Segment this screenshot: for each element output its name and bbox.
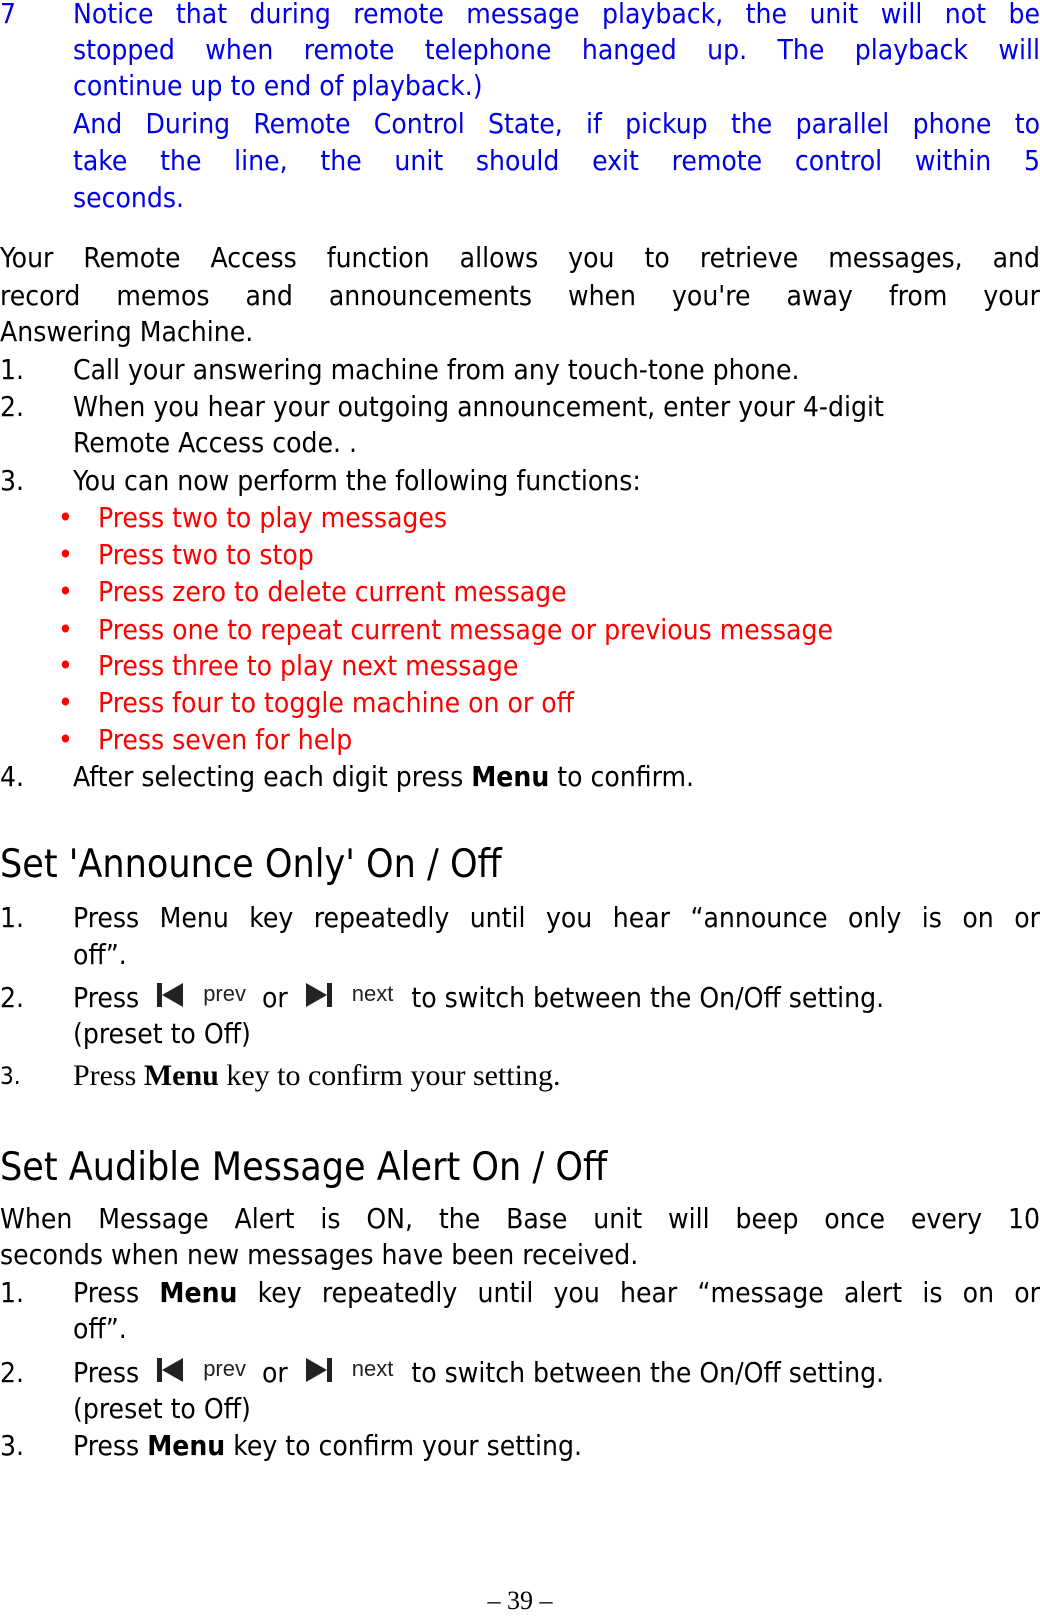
step-text: Press xyxy=(73,1059,144,1092)
function-text: Press seven for help xyxy=(98,723,353,756)
bullet-icon: • xyxy=(58,723,73,756)
section-heading-announce-only: Set 'Announce Only' On / Off xyxy=(0,842,502,887)
bullet-icon: • xyxy=(58,501,73,534)
note-text-3: continue up to end of playback.) xyxy=(73,69,483,102)
step-number: 3. xyxy=(0,1062,21,1090)
step-text: Press xyxy=(73,1276,160,1309)
prev-track-icon xyxy=(155,981,185,1018)
step-text: Call your answering machine from any tou… xyxy=(73,353,800,386)
next-track-icon xyxy=(304,981,334,1018)
function-text: Press two to stop xyxy=(98,538,314,571)
step-text: key to confirm your setting. xyxy=(225,1429,582,1462)
page-number: – 39 – xyxy=(487,1586,553,1615)
step-text: Press xyxy=(73,1356,140,1389)
step-number: 3. xyxy=(0,464,25,497)
note-text-1: Notice that during remote message playba… xyxy=(73,0,1040,30)
step-text: to confirm. xyxy=(549,760,695,793)
note-text-5: take the line, the unit should exit remo… xyxy=(73,144,1040,177)
prev-track-icon xyxy=(155,1356,185,1393)
step-number: 1. xyxy=(0,901,25,934)
step-text: You can now perform the following functi… xyxy=(73,464,641,497)
bullet-icon: • xyxy=(58,613,73,646)
note-number: 7 xyxy=(0,0,17,30)
step-text: to switch between the On/Off setting. xyxy=(411,981,885,1014)
prev-label: prev xyxy=(203,981,246,1006)
alert-step-1-text: Press Menu key repeatedly until you hear… xyxy=(73,1275,1040,1311)
menu-key-label: Menu xyxy=(147,1429,226,1462)
step-number: 1. xyxy=(0,353,25,386)
step-text: key repeatedly until you hear “message a… xyxy=(237,1276,1040,1309)
step-number: 2. xyxy=(0,390,25,423)
step-number: 2. xyxy=(0,981,25,1014)
bullet-icon: • xyxy=(58,686,73,719)
menu-key-label: Menu xyxy=(159,1276,238,1309)
bullet-icon: • xyxy=(58,649,73,682)
step-number: 4. xyxy=(0,760,25,793)
function-text: Press three to play next message xyxy=(98,649,519,682)
step-number: 2. xyxy=(0,1356,25,1389)
next-label: next xyxy=(351,981,394,1006)
menu-key-label: Menu xyxy=(143,1059,219,1092)
function-text: Press two to play messages xyxy=(98,501,448,534)
alert-desc-1: When Message Alert is ON, the Base unit … xyxy=(0,1202,1040,1235)
intro-line-1: Your Remote Access function allows you t… xyxy=(0,241,1040,274)
note-text-4: And During Remote Control State, if pick… xyxy=(73,107,1040,140)
note-text-6: seconds. xyxy=(73,181,184,214)
step-text: When you hear your outgoing announcement… xyxy=(73,390,884,423)
step-text: After selecting each digit press xyxy=(73,760,472,793)
step-number: 1. xyxy=(0,1276,25,1309)
step-text: or xyxy=(261,981,288,1014)
next-track-icon xyxy=(304,1356,334,1393)
next-label: next xyxy=(351,1356,394,1381)
function-text: Press zero to delete current message xyxy=(98,575,567,608)
function-text: Press one to repeat current message or p… xyxy=(98,613,833,646)
prev-label: prev xyxy=(203,1356,246,1381)
bullet-icon: • xyxy=(58,538,73,571)
intro-line-3: Answering Machine. xyxy=(0,315,254,348)
step-text: Press xyxy=(73,981,140,1014)
step-number: 3. xyxy=(0,1429,25,1462)
step-text: to switch between the On/Off setting. xyxy=(411,1356,885,1389)
step-text: Remote Access code. . xyxy=(73,426,358,459)
step-text: (preset to Off) xyxy=(73,1017,251,1050)
step-text: key to confirm your setting. xyxy=(218,1059,561,1092)
note-text-2: stopped when remote telephone hanged up.… xyxy=(73,33,1040,66)
step-text: or xyxy=(261,1356,288,1389)
menu-key-label: Menu xyxy=(471,760,550,793)
function-text: Press four to toggle machine on or off xyxy=(98,686,574,719)
step-text: Press xyxy=(73,1429,148,1462)
step-text: (preset to Off) xyxy=(73,1392,251,1425)
step-text: off”. xyxy=(73,938,127,971)
alert-desc-2: seconds when new messages have been rece… xyxy=(0,1238,639,1271)
step-text: off”. xyxy=(73,1312,127,1345)
section-heading-message-alert: Set Audible Message Alert On / Off xyxy=(0,1145,608,1190)
bullet-icon: • xyxy=(58,575,73,608)
announce-step-1-text: Press Menu key repeatedly until you hear… xyxy=(73,901,1040,934)
intro-line-2: record memos and announcements when you'… xyxy=(0,279,1040,312)
